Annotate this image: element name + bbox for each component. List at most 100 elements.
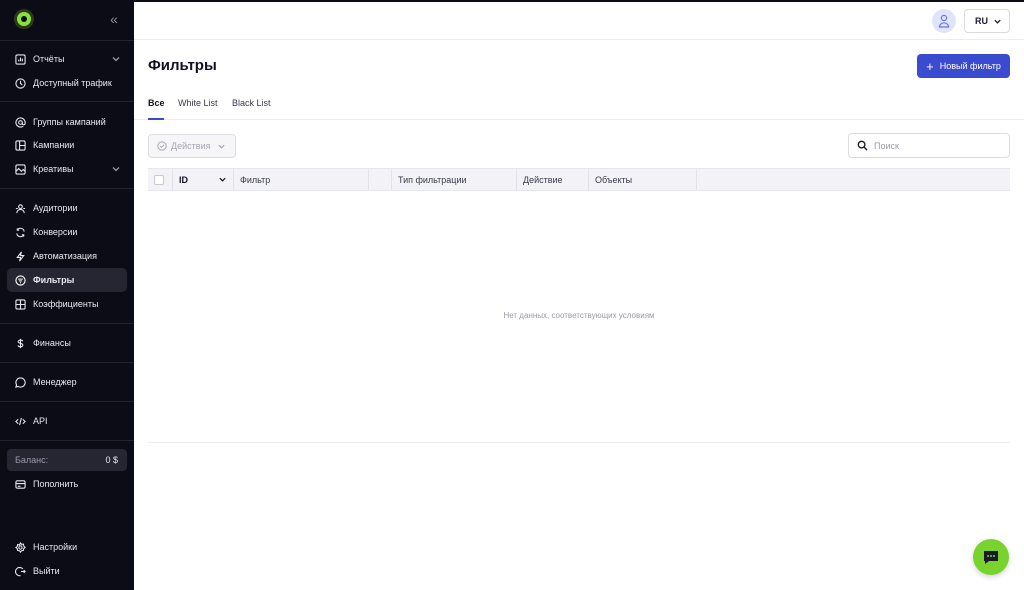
chat-bubble-icon bbox=[984, 551, 998, 564]
code-icon bbox=[7, 416, 33, 427]
bolt-icon bbox=[7, 251, 33, 262]
balance-label: Баланс: bbox=[15, 455, 49, 465]
image-icon bbox=[7, 163, 33, 175]
at-icon bbox=[7, 116, 33, 128]
actions-dropdown[interactable]: Действия bbox=[148, 134, 236, 158]
divider bbox=[0, 362, 134, 363]
plus-icon: + bbox=[926, 58, 934, 74]
new-filter-label: Новый фильтр bbox=[939, 61, 1001, 71]
column-header-label: ID bbox=[179, 174, 188, 185]
sidebar-item-audiences[interactable]: Аудитории bbox=[7, 196, 127, 220]
sidebar-item-available-traffic[interactable]: Доступный трафик bbox=[7, 71, 127, 95]
language-select[interactable]: RU bbox=[964, 9, 1010, 33]
balance-value: 0 $ bbox=[105, 455, 118, 465]
chevron-down-icon bbox=[994, 19, 1001, 24]
column-filter-type[interactable]: Тип фильтрации bbox=[392, 169, 517, 190]
search-input[interactable] bbox=[874, 140, 1004, 151]
column-header-label: Объекты bbox=[595, 174, 633, 185]
sidebar-item-logout[interactable]: Выйти bbox=[7, 559, 127, 583]
check-circle-icon bbox=[157, 141, 167, 151]
settings-icon bbox=[7, 541, 33, 553]
language-value: RU bbox=[975, 16, 988, 26]
collapse-sidebar-icon[interactable]: « bbox=[107, 11, 121, 27]
sidebar-item-label: Коэффициенты bbox=[33, 299, 99, 309]
search-box bbox=[848, 133, 1010, 158]
clock-icon bbox=[7, 77, 33, 89]
sidebar-item-reports[interactable]: Отчёты bbox=[7, 47, 127, 71]
empty-state-text: Нет данных, соответствующих условиям bbox=[503, 311, 655, 320]
column-header-label: Тип фильтрации bbox=[398, 174, 467, 185]
divider bbox=[0, 323, 134, 324]
sidebar-item-finance[interactable]: Финансы bbox=[7, 331, 127, 355]
column-header-label: Фильтр bbox=[240, 174, 271, 185]
sidebar-item-creatives[interactable]: Креативы bbox=[7, 157, 127, 181]
tab-white-list[interactable]: White List bbox=[178, 98, 218, 108]
sidebar-item-manager[interactable]: Менеджер bbox=[7, 370, 127, 394]
search-icon bbox=[857, 140, 868, 151]
app: « Отчёты Доступный трафик Группы кампани… bbox=[0, 0, 1024, 590]
page-title: Фильтры bbox=[148, 57, 217, 74]
sidebar-item-api[interactable]: API bbox=[7, 409, 127, 433]
sidebar-item-label: Конверсии bbox=[33, 227, 78, 237]
chevron-down-icon bbox=[112, 57, 120, 62]
sidebar-item-label: Креативы bbox=[33, 164, 74, 174]
new-filter-button[interactable]: + Новый фильтр bbox=[917, 54, 1010, 78]
sidebar-item-automation[interactable]: Автоматизация bbox=[7, 244, 127, 268]
column-objects[interactable]: Объекты bbox=[589, 169, 697, 190]
refresh-icon bbox=[7, 227, 33, 238]
divider bbox=[0, 440, 134, 441]
logo[interactable] bbox=[17, 12, 31, 26]
select-all-checkbox[interactable] bbox=[154, 174, 164, 185]
table-header: ID Фильтр Тип фильтрации Действие Объект… bbox=[148, 168, 1010, 191]
filter-icon bbox=[7, 274, 33, 286]
sidebar: « Отчёты Доступный трафик Группы кампани… bbox=[0, 0, 134, 590]
chart-icon bbox=[7, 53, 33, 65]
chevron-down-icon bbox=[219, 177, 226, 182]
wallet-icon bbox=[7, 479, 33, 490]
balance-display: Баланс: 0 $ bbox=[7, 449, 127, 471]
sidebar-item-label: Фильтры bbox=[33, 275, 75, 285]
layout-icon bbox=[7, 139, 33, 151]
sidebar-item-coefficients[interactable]: Коэффициенты bbox=[7, 292, 127, 316]
divider bbox=[0, 188, 134, 189]
avatar[interactable] bbox=[932, 9, 956, 33]
sidebar-item-label: Настройки bbox=[33, 542, 78, 552]
divider bbox=[0, 101, 134, 102]
sidebar-item-settings[interactable]: Настройки bbox=[7, 535, 127, 559]
support-chat-button[interactable] bbox=[973, 539, 1009, 575]
sidebar-item-filters[interactable]: Фильтры bbox=[7, 268, 127, 292]
sidebar-item-label: Отчёты bbox=[33, 54, 65, 64]
column-filter[interactable]: Фильтр bbox=[234, 169, 369, 190]
sidebar-item-campaign-groups[interactable]: Группы кампаний bbox=[7, 110, 127, 134]
audience-icon bbox=[7, 203, 33, 214]
sidebar-item-top-up[interactable]: Пополнить bbox=[7, 472, 127, 496]
column-action[interactable]: Действие bbox=[517, 169, 589, 190]
select-all-cell bbox=[148, 169, 173, 190]
sidebar-item-label: Менеджер bbox=[33, 377, 77, 387]
divider bbox=[0, 40, 134, 41]
column-spacer bbox=[369, 169, 392, 190]
active-tab-indicator bbox=[148, 118, 164, 120]
sidebar-item-label: Автоматизация bbox=[33, 251, 97, 261]
sidebar-item-label: Аудитории bbox=[33, 203, 78, 213]
divider bbox=[0, 401, 134, 402]
table-bottom-border bbox=[148, 442, 1010, 443]
tab-all[interactable]: Все bbox=[148, 98, 165, 108]
sidebar-item-campaigns[interactable]: Кампании bbox=[7, 133, 127, 157]
column-id[interactable]: ID bbox=[173, 169, 234, 190]
header: RU bbox=[134, 0, 1024, 40]
logout-icon bbox=[7, 566, 33, 577]
chat-icon bbox=[7, 376, 33, 388]
tab-black-list[interactable]: Black List bbox=[232, 98, 271, 108]
sidebar-item-label: Кампании bbox=[33, 140, 75, 150]
sidebar-item-label: Группы кампаний bbox=[33, 117, 106, 127]
dollar-icon bbox=[7, 338, 33, 349]
tabs: Все White List Black List bbox=[134, 94, 1024, 120]
sidebar-item-label: Пополнить bbox=[33, 479, 79, 489]
column-header-label: Действие bbox=[523, 174, 563, 185]
sidebar-item-conversions[interactable]: Конверсии bbox=[7, 220, 127, 244]
user-icon bbox=[938, 14, 950, 28]
actions-label: Действия bbox=[171, 141, 211, 151]
sidebar-item-label: API bbox=[33, 416, 48, 426]
sidebar-item-label: Доступный трафик bbox=[33, 78, 112, 88]
